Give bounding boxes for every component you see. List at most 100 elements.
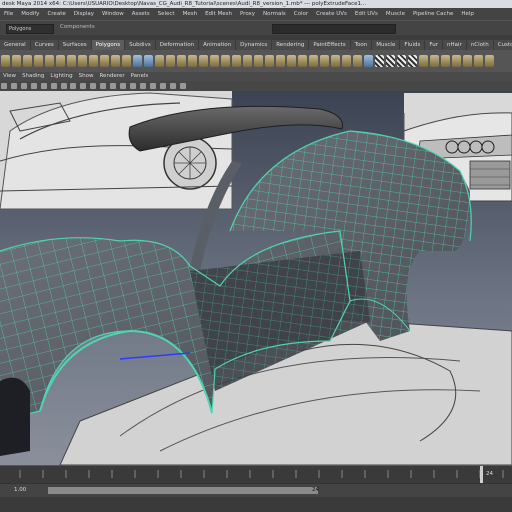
field-chart-icon[interactable] (80, 83, 87, 89)
combine-icon[interactable] (133, 55, 142, 67)
panel-menu-panels[interactable]: Panels (128, 72, 152, 81)
poly-cylinder-icon[interactable] (23, 55, 32, 67)
poly-platonic-icon[interactable] (122, 55, 131, 67)
shelf-tab-painteffects[interactable]: PaintEffects (309, 40, 351, 50)
shelf-tab-general[interactable]: General (0, 40, 31, 50)
poly-soccer-icon[interactable] (111, 55, 120, 67)
range-start-field[interactable]: 1.00 (14, 487, 26, 493)
safe-action-icon[interactable] (90, 83, 97, 89)
grid-icon[interactable] (40, 83, 47, 89)
safe-title-icon[interactable] (100, 83, 107, 89)
shelf-tab-muscle[interactable]: Muscle (372, 40, 401, 50)
panel-menu-renderer[interactable]: Renderer (96, 72, 127, 81)
shelf-tab-ncloth[interactable]: nCloth (467, 40, 494, 50)
history-icon[interactable] (485, 55, 494, 67)
poly-cube-icon[interactable] (12, 55, 21, 67)
camera-attributes-icon[interactable] (10, 83, 17, 89)
lights-icon[interactable] (149, 83, 156, 89)
poly-prism-icon[interactable] (67, 55, 76, 67)
image-plane-icon[interactable] (30, 83, 37, 89)
poly-plane-icon[interactable] (45, 55, 54, 67)
range-slider-bar[interactable] (48, 487, 318, 494)
shelf-tab-surfaces[interactable]: Surfaces (59, 40, 92, 50)
menu-edit-mesh[interactable]: Edit Mesh (201, 11, 236, 17)
shelf-tab-custom[interactable]: Custom (494, 40, 512, 50)
uv-editor-icon[interactable] (419, 55, 428, 67)
cleanup-icon[interactable] (232, 55, 241, 67)
mode-selector[interactable]: Polygons (6, 24, 54, 34)
shelf-tab-toon[interactable]: Toon (351, 40, 373, 50)
shelf-tab-polygons[interactable]: Polygons (91, 40, 126, 50)
difference-icon[interactable] (177, 55, 186, 67)
textured-icon[interactable] (139, 83, 146, 89)
wireframe-on-shaded-icon[interactable] (129, 83, 136, 89)
menu-create-uvs[interactable]: Create UVs (312, 11, 351, 17)
insert-edge-loop-icon[interactable] (309, 55, 318, 67)
extrude-icon[interactable] (331, 55, 340, 67)
intersection-icon[interactable] (188, 55, 197, 67)
poly-helix-icon[interactable] (100, 55, 109, 67)
triangulate-icon[interactable] (243, 55, 252, 67)
menu-muscle[interactable]: Muscle (382, 11, 409, 17)
panel-menu-lighting[interactable]: Lighting (47, 72, 75, 81)
menu-mesh[interactable]: Mesh (179, 11, 201, 17)
automatic-mapping-icon[interactable] (408, 55, 417, 67)
xray-icon[interactable] (169, 83, 176, 89)
shadows-icon[interactable] (159, 83, 166, 89)
harden-edge-icon[interactable] (452, 55, 461, 67)
menu-create[interactable]: Create (43, 11, 69, 17)
merge-icon[interactable] (364, 55, 373, 67)
split-polygon-icon[interactable] (298, 55, 307, 67)
panel-menu-show[interactable]: Show (76, 72, 97, 81)
make-hole-icon[interactable] (276, 55, 285, 67)
smooth-shade-icon[interactable] (120, 83, 127, 89)
shelf-tab-curves[interactable]: Curves (31, 40, 59, 50)
reverse-icon[interactable] (474, 55, 483, 67)
smooth-icon[interactable] (210, 55, 219, 67)
shelf-tab-dynamics[interactable]: Dynamics (236, 40, 273, 50)
poly-cone-icon[interactable] (34, 55, 43, 67)
menu-assets[interactable]: Assets (128, 11, 154, 17)
fill-hole-icon[interactable] (265, 55, 274, 67)
film-gate-icon[interactable] (50, 83, 57, 89)
menu-pipeline-cache[interactable]: Pipeline Cache (409, 11, 457, 17)
menu-edit-uvs[interactable]: Edit UVs (351, 11, 382, 17)
extract-icon[interactable] (155, 55, 164, 67)
planar-mapping-icon[interactable] (375, 55, 384, 67)
separate-icon[interactable] (144, 55, 153, 67)
union-icon[interactable] (166, 55, 175, 67)
command-input[interactable] (272, 24, 396, 34)
poly-torus-icon[interactable] (56, 55, 65, 67)
bridge-icon[interactable] (342, 55, 351, 67)
panel-menu-view[interactable]: View (0, 72, 19, 81)
wireframe-icon[interactable] (110, 83, 117, 89)
perspective-viewport[interactable] (0, 91, 512, 465)
conform-icon[interactable] (463, 55, 472, 67)
poly-pyramid-icon[interactable] (78, 55, 87, 67)
shelf-tab-animation[interactable]: Animation (199, 40, 237, 50)
bevel-icon[interactable] (353, 55, 362, 67)
camera-icon[interactable] (1, 83, 7, 89)
menu-normals[interactable]: Normals (259, 11, 290, 17)
menu-window[interactable]: Window (98, 11, 128, 17)
isolate-select-icon[interactable] (179, 83, 186, 89)
menu-color[interactable]: Color (290, 11, 312, 17)
soften-edge-icon[interactable] (441, 55, 450, 67)
current-frame-marker[interactable] (480, 466, 483, 484)
offset-edge-loop-icon[interactable] (320, 55, 329, 67)
command-line[interactable] (0, 497, 512, 512)
bookmark-icon[interactable] (20, 83, 27, 89)
mirror-icon[interactable] (199, 55, 208, 67)
shelf-tab-fluids[interactable]: Fluids (400, 40, 426, 50)
gate-mask-icon[interactable] (70, 83, 77, 89)
shelf-tab-nhair[interactable]: nHair (443, 40, 467, 50)
side-reference-image[interactable] (0, 91, 233, 210)
menu-proxy[interactable]: Proxy (236, 11, 259, 17)
selection-mode-label[interactable]: Components (60, 24, 95, 30)
quadrangulate-icon[interactable] (254, 55, 263, 67)
spherical-mapping-icon[interactable] (397, 55, 406, 67)
shelf-tab-fur[interactable]: Fur (425, 40, 444, 50)
panel-menu-shading[interactable]: Shading (19, 72, 47, 81)
menu-help[interactable]: Help (457, 11, 478, 17)
sculpt-icon[interactable] (430, 55, 439, 67)
